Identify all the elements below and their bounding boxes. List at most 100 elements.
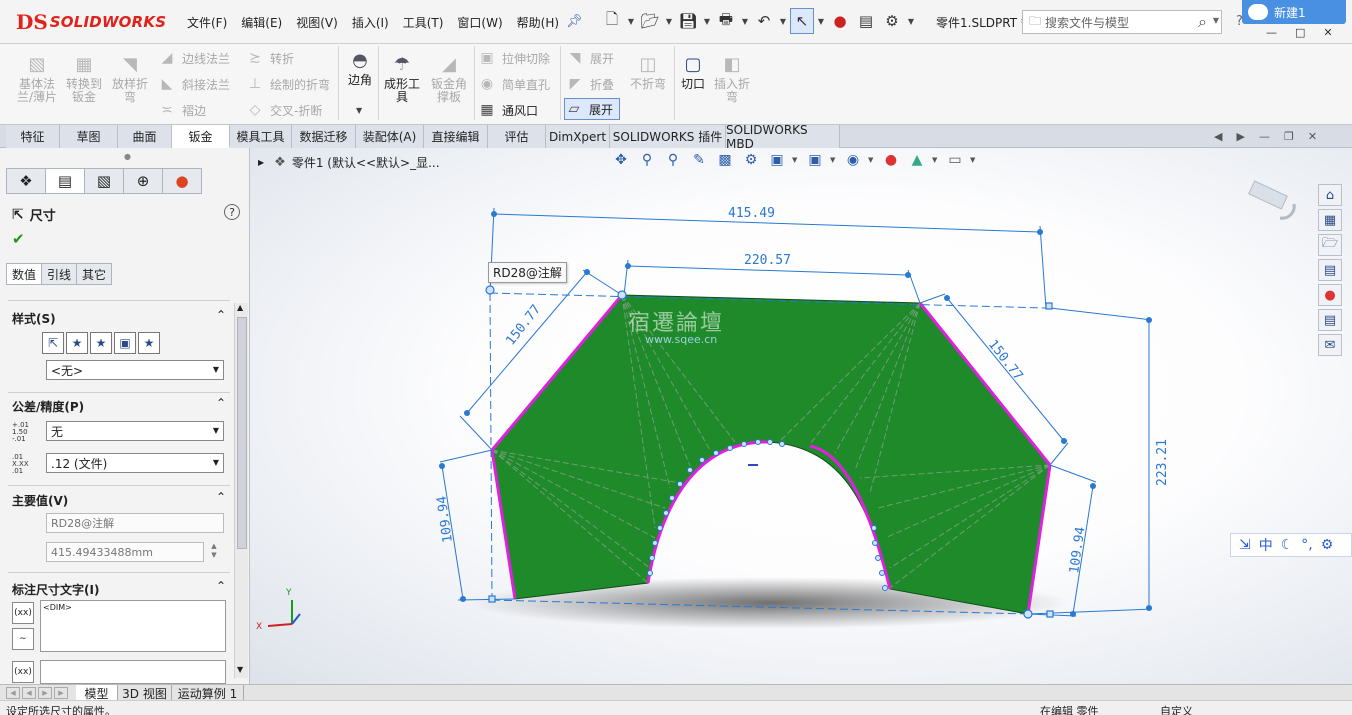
minimize-icon[interactable]: — bbox=[1266, 26, 1277, 39]
display-manager-tab-icon[interactable]: ● bbox=[162, 168, 202, 194]
appearances-icon[interactable]: ● bbox=[1318, 284, 1342, 306]
chevron-down-icon[interactable]: ▼ bbox=[626, 17, 636, 26]
next-tab-icon[interactable]: ▶ bbox=[38, 687, 52, 699]
search-icon[interactable]: ⌕ bbox=[1198, 12, 1207, 32]
scroll-down-icon[interactable]: ▼ bbox=[237, 665, 243, 674]
status-units[interactable]: 自定义 bbox=[1160, 703, 1193, 715]
jog-button[interactable]: ≿ 转折 bbox=[246, 48, 294, 68]
dim-right-height[interactable]: 109.94 bbox=[1067, 526, 1088, 575]
tab-mold-tools[interactable]: 模具工具 bbox=[230, 125, 292, 148]
restore-icon[interactable]: ❐ bbox=[1284, 130, 1294, 143]
style-select[interactable]: <无> ▼ bbox=[46, 360, 224, 380]
new-document-icon[interactable]: 🗋︎ bbox=[600, 8, 624, 34]
dim-left-height[interactable]: 109.94 bbox=[435, 495, 456, 544]
tab-data-migration[interactable]: 数据迁移 bbox=[292, 125, 356, 148]
dim-overall-height[interactable]: 223.21 bbox=[1155, 439, 1170, 486]
minimize-icon[interactable]: — bbox=[1259, 130, 1270, 143]
insert-bends-button[interactable]: ◧ 插入折 弯 bbox=[710, 54, 754, 104]
miter-flange-button[interactable]: ◣ 斜接法兰 bbox=[158, 74, 230, 94]
dimension-text-group-header[interactable]: 标注尺寸文字(I) bbox=[12, 581, 99, 598]
collapse-right-icon[interactable]: ▶ bbox=[1236, 130, 1244, 143]
dimension-name-field[interactable]: RD28@注解 bbox=[46, 513, 224, 533]
simple-hole-button[interactable]: ◉ 简单直孔 bbox=[478, 74, 550, 94]
add-parentheses-icon[interactable]: (xx) bbox=[12, 602, 34, 624]
tab-sheetmetal[interactable]: 钣金 bbox=[172, 125, 230, 148]
tab-surfaces[interactable]: 曲面 bbox=[118, 125, 172, 148]
rotate-view-icon[interactable] bbox=[1248, 180, 1296, 220]
chevron-down-icon[interactable]: ▼ bbox=[1213, 16, 1219, 25]
collapse-icon[interactable]: ⌃ bbox=[216, 579, 226, 593]
save-icon[interactable]: 💾︎ bbox=[676, 8, 700, 34]
forming-tool-button[interactable]: ☂ 成形工 具 bbox=[382, 54, 422, 104]
base-flange-button[interactable]: ▧ 基体法 兰/薄片 bbox=[14, 54, 60, 104]
gear-icon[interactable]: ⚙ bbox=[1321, 537, 1334, 553]
menu-window[interactable]: 窗口(W) bbox=[450, 12, 509, 33]
collapse-icon[interactable]: ⌃ bbox=[216, 490, 226, 504]
last-tab-icon[interactable]: ▶ bbox=[54, 687, 68, 699]
feature-manager-tab-icon[interactable]: ❖ bbox=[6, 168, 46, 194]
apply-style-icon[interactable]: ⇱ bbox=[42, 332, 64, 354]
menu-view[interactable]: 视图(V) bbox=[289, 12, 345, 33]
ok-checkmark-icon[interactable]: ✔ bbox=[12, 230, 25, 248]
select-pointer-icon[interactable]: ↖ bbox=[790, 8, 814, 34]
tab-assembly[interactable]: 装配体(A) bbox=[356, 125, 424, 148]
tab-motion-study[interactable]: 运动算例 1 bbox=[172, 685, 244, 701]
fold-button[interactable]: ◤ 折叠 bbox=[566, 74, 614, 94]
dimxpert-manager-tab-icon[interactable]: ⊕ bbox=[123, 168, 163, 194]
precision-select[interactable]: .12 (文件) ▼ bbox=[46, 453, 224, 473]
cut-button[interactable]: ▢ 切口 bbox=[678, 54, 708, 91]
menu-help[interactable]: 帮助(H) bbox=[510, 12, 566, 33]
tab-direct-editing[interactable]: 直接编辑 bbox=[424, 125, 488, 148]
style-group-header[interactable]: 样式(S) bbox=[12, 310, 56, 327]
ime-mode[interactable]: 中 bbox=[1259, 535, 1273, 555]
close-icon[interactable]: ✕ bbox=[1323, 26, 1332, 39]
menu-insert[interactable]: 插入(I) bbox=[345, 12, 396, 33]
edge-flange-button[interactable]: ◢ 边线法兰 bbox=[158, 48, 230, 68]
maximize-icon[interactable]: □ bbox=[1295, 26, 1305, 39]
traffic-light-icon[interactable]: ● bbox=[828, 8, 852, 34]
cloud-badge[interactable]: 新建1 bbox=[1242, 0, 1346, 24]
tab-features[interactable]: 特征 bbox=[6, 125, 60, 148]
view-palette-icon[interactable]: ▤ bbox=[1318, 259, 1342, 281]
gear-icon[interactable]: ⚙ bbox=[880, 8, 904, 34]
convert-to-sheetmetal-button[interactable]: ▦ 转换到 钣金 bbox=[62, 54, 106, 104]
solidworks-logo[interactable]: DS SOLIDWORKS bbox=[16, 8, 166, 36]
lofted-bend-button[interactable]: ◥ 放样折 弯 bbox=[108, 54, 152, 104]
hem-button[interactable]: ≍ 褶边 bbox=[158, 100, 206, 120]
dim-top-inner[interactable]: 220.57 bbox=[744, 253, 791, 268]
tab-model[interactable]: 模型 bbox=[76, 685, 118, 701]
dimension-text-below-field[interactable] bbox=[40, 660, 226, 684]
add-style-icon[interactable]: ★ bbox=[66, 332, 88, 354]
graphics-area[interactable]: ▶ ❖ 零件1 (默认<<默认>_显... ✥ ⚲ ⚲ ✎ ▩ ⚙ ▣ ▼ ▣ ▼ … bbox=[250, 148, 1352, 684]
ime-expand-icon[interactable]: ⇲ bbox=[1239, 537, 1251, 553]
file-properties-icon[interactable]: ▤ bbox=[854, 8, 878, 34]
dimension-text-field[interactable]: <DIM> bbox=[40, 600, 226, 652]
dim-left-slope[interactable]: 150.77 bbox=[503, 302, 544, 348]
flatten-button[interactable]: ▱ 展开 bbox=[564, 98, 621, 120]
menu-edit[interactable]: 编辑(E) bbox=[234, 12, 289, 33]
collapse-icon[interactable]: ⌃ bbox=[216, 308, 226, 322]
tab-other[interactable]: 其它 bbox=[76, 263, 113, 285]
print-icon[interactable]: 🖶︎ bbox=[714, 8, 738, 34]
delete-style-icon[interactable]: ★ bbox=[90, 332, 112, 354]
scrollbar-thumb[interactable] bbox=[237, 317, 247, 549]
load-style-icon[interactable]: ★ bbox=[138, 332, 160, 354]
previous-tab-icon[interactable]: ◀ bbox=[22, 687, 36, 699]
vent-button[interactable]: ▦ 通风口 bbox=[478, 100, 538, 120]
cross-break-button[interactable]: ◇ 交叉-折断 bbox=[246, 100, 323, 120]
collapse-icon[interactable]: ⌃ bbox=[216, 396, 226, 410]
sheet-metal-part-face[interactable] bbox=[491, 294, 1051, 615]
open-icon[interactable]: 📂︎ bbox=[638, 8, 662, 34]
dim-top-overall[interactable]: 415.49 bbox=[728, 206, 775, 221]
chevron-down-icon[interactable]: ▼ bbox=[778, 17, 788, 26]
no-bends-button[interactable]: ◫ 不折弯 bbox=[626, 54, 670, 91]
save-style-icon[interactable]: ▣ bbox=[114, 332, 136, 354]
extruded-cut-button[interactable]: ▣ 拉伸切除 bbox=[478, 48, 550, 68]
tab-solidworks-mbd[interactable]: SOLIDWORKS MBD bbox=[726, 123, 840, 151]
chevron-down-icon[interactable]: ▼ bbox=[664, 17, 674, 26]
dimension-value-field[interactable]: 415.49433488mm bbox=[46, 542, 204, 562]
punctuation-icon[interactable]: °, bbox=[1301, 537, 1312, 553]
forum-icon[interactable]: ✉ bbox=[1318, 334, 1342, 356]
chevron-down-icon[interactable]: ▼ bbox=[740, 17, 750, 26]
sketched-bend-button[interactable]: ⊥ 绘制的折弯 bbox=[246, 74, 330, 94]
